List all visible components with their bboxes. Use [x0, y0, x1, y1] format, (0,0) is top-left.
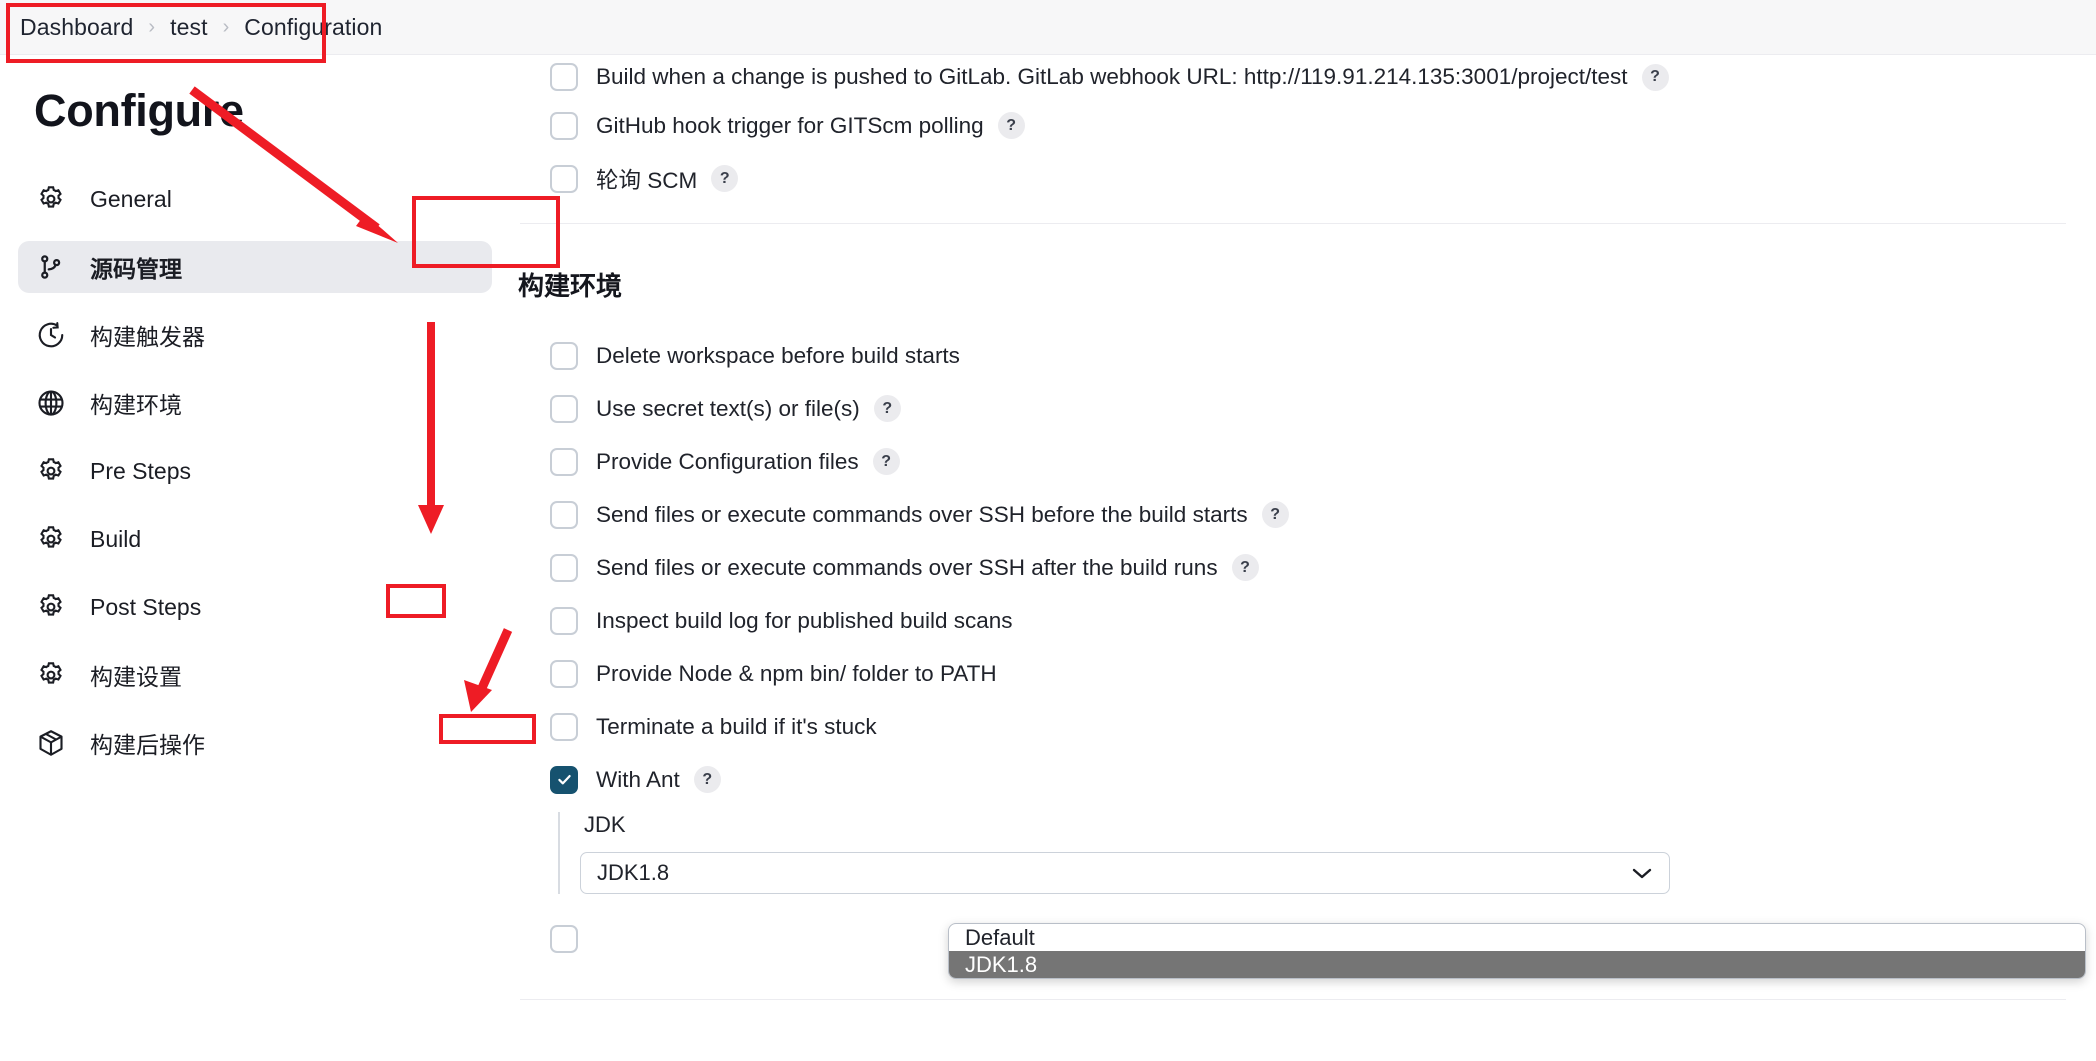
help-icon[interactable]: ?	[1261, 501, 1289, 528]
gear-icon	[34, 658, 68, 692]
help-icon[interactable]: ?	[872, 448, 900, 475]
checkbox-label: Send files or execute commands over SSH …	[596, 554, 1218, 580]
help-icon[interactable]: ?	[711, 165, 739, 192]
checkbox-label: Delete workspace before build starts	[596, 342, 960, 368]
checkbox-poll-scm[interactable]	[550, 164, 578, 193]
jdk-select-value: JDK1.8	[597, 860, 670, 885]
breadcrumb: Dashboard › test › Configuration	[0, 0, 2096, 55]
build-triggers-rows: Build when a change is pushed to GitLab.…	[510, 55, 2096, 224]
checkbox-ssh-before-build[interactable]	[550, 500, 578, 529]
checkbox-row-use-secret-text[interactable]: Use secret text(s) or file(s) ?	[510, 382, 2096, 435]
sidebar-item-label: 构建后操作	[90, 732, 205, 758]
checkbox-label: Build when a change is pushed to GitLab.…	[596, 64, 1628, 89]
checkbox-terminate-stuck-build[interactable]	[550, 712, 578, 741]
breadcrumb-separator-icon: ›	[148, 15, 156, 38]
sidebar-item-label: 构建触发器	[90, 324, 205, 350]
sidebar-item-source-management[interactable]: 源码管理	[18, 241, 492, 293]
checkbox-provide-config-files[interactable]	[550, 447, 578, 476]
sidebar-item-label: 构建环境	[90, 392, 182, 418]
breadcrumb-separator-icon: ›	[222, 15, 230, 38]
help-icon[interactable]: ?	[1231, 554, 1259, 581]
help-icon[interactable]: ?	[693, 766, 721, 793]
package-icon	[34, 726, 68, 760]
main-content: Build when a change is pushed to GitLab.…	[510, 55, 2096, 1061]
sidebar-item-label: Pre Steps	[90, 457, 191, 484]
jdk-dropdown-list[interactable]: Default JDK1.8	[948, 923, 2086, 979]
sidebar-item-label: 构建设置	[90, 664, 182, 690]
checkbox-label: Provide Configuration files	[596, 448, 859, 474]
checkbox-row-inspect-build-log[interactable]: Inspect build log for published build sc…	[510, 594, 2096, 647]
breadcrumb-item-dashboard[interactable]: Dashboard	[20, 14, 133, 41]
help-icon[interactable]: ?	[997, 112, 1025, 139]
sidebar-item-post-steps[interactable]: Post Steps	[18, 581, 492, 633]
jdk-option-jdk18[interactable]: JDK1.8	[949, 951, 2085, 978]
checkbox-provide-node-npm[interactable]	[550, 659, 578, 688]
checkbox-row-provide-config-files[interactable]: Provide Configuration files ?	[510, 435, 2096, 488]
sidebar-nav: General 源码管理 构建触发器 构建环境 Pre Steps Build …	[0, 173, 510, 769]
sidebar-item-general[interactable]: General	[18, 173, 492, 225]
checkbox-trailing[interactable]	[550, 924, 578, 953]
checkbox-label: Terminate a build if it's stuck	[596, 713, 877, 739]
with-ant-subconfig: JDK JDK1.8	[558, 812, 2096, 894]
checkbox-inspect-build-log[interactable]	[550, 606, 578, 635]
sidebar-item-build-environment[interactable]: 构建环境	[18, 377, 492, 429]
checkbox-row-ssh-before-build[interactable]: Send files or execute commands over SSH …	[510, 488, 2096, 541]
sidebar-item-label: Post Steps	[90, 593, 202, 620]
gear-icon	[34, 182, 68, 216]
gear-icon	[34, 590, 68, 624]
branch-icon	[34, 250, 68, 284]
checkbox-label: With Ant	[596, 766, 680, 792]
checkbox-row-terminate-stuck-build[interactable]: Terminate a build if it's stuck	[510, 700, 2096, 753]
checkbox-row-provide-node-npm[interactable]: Provide Node & npm bin/ folder to PATH	[510, 647, 2096, 700]
breadcrumb-item-configuration[interactable]: Configuration	[244, 14, 382, 41]
checkbox-with-ant[interactable]	[550, 765, 578, 794]
app-root: Dashboard › test › Configuration Configu…	[0, 0, 2096, 1061]
checkbox-github-hook[interactable]	[550, 111, 578, 140]
checkbox-label: Provide Node & npm bin/ folder to PATH	[596, 660, 997, 686]
checkbox-row-poll-scm[interactable]: 轮询 SCM ?	[510, 152, 2096, 205]
sidebar: Configure General 源码管理 构建触发器 构建环境 Pre St…	[0, 55, 510, 1061]
gear-icon	[34, 454, 68, 488]
section-divider	[520, 223, 2066, 224]
checkbox-row-delete-workspace[interactable]: Delete workspace before build starts	[510, 329, 2096, 382]
clock-icon	[34, 318, 68, 352]
gear-icon	[34, 522, 68, 556]
checkbox-label: 轮询 SCM	[596, 167, 698, 193]
checkbox-ssh-after-build[interactable]	[550, 553, 578, 582]
section-divider-bottom	[520, 999, 2066, 1000]
globe-icon	[34, 386, 68, 420]
sidebar-item-label: 源码管理	[90, 256, 182, 282]
jdk-option-default[interactable]: Default	[949, 924, 2085, 951]
help-icon[interactable]: ?	[1641, 63, 1669, 91]
sidebar-item-label: General	[90, 185, 172, 212]
help-icon[interactable]: ?	[873, 395, 901, 422]
jdk-field-label: JDK	[584, 812, 626, 837]
checkbox-label: Send files or execute commands over SSH …	[596, 501, 1248, 527]
checkbox-label: Inspect build log for published build sc…	[596, 607, 1013, 633]
chevron-down-icon	[1631, 860, 1653, 886]
build-environment-section: 构建环境 Delete workspace before build start…	[510, 266, 2096, 1000]
checkbox-label: Use secret text(s) or file(s)	[596, 395, 860, 421]
checkbox-row-ssh-after-build[interactable]: Send files or execute commands over SSH …	[510, 541, 2096, 594]
page-title: Configure	[34, 85, 244, 136]
checkbox-gitlab-push[interactable]	[550, 63, 578, 91]
checkbox-label: GitHub hook trigger for GITScm polling	[596, 112, 984, 138]
sidebar-item-build-settings[interactable]: 构建设置	[18, 649, 492, 701]
checkbox-use-secret-text[interactable]	[550, 394, 578, 423]
breadcrumb-item-test[interactable]: test	[170, 14, 207, 41]
checkbox-row-with-ant[interactable]: With Ant ?	[510, 753, 2096, 806]
checkbox-row-gitlab-push[interactable]: Build when a change is pushed to GitLab.…	[510, 55, 2096, 99]
sidebar-item-post-build-actions[interactable]: 构建后操作	[18, 717, 492, 769]
sidebar-item-build-triggers[interactable]: 构建触发器	[18, 309, 492, 361]
jdk-select[interactable]: JDK1.8	[580, 852, 1670, 894]
sidebar-item-build[interactable]: Build	[18, 513, 492, 565]
sidebar-item-pre-steps[interactable]: Pre Steps	[18, 445, 492, 497]
checkbox-row-github-hook[interactable]: GitHub hook trigger for GITScm polling ?	[510, 99, 2096, 152]
section-heading-build-environment: 构建环境	[518, 271, 623, 301]
sidebar-item-label: Build	[90, 525, 142, 552]
checkbox-delete-workspace[interactable]	[550, 341, 578, 370]
